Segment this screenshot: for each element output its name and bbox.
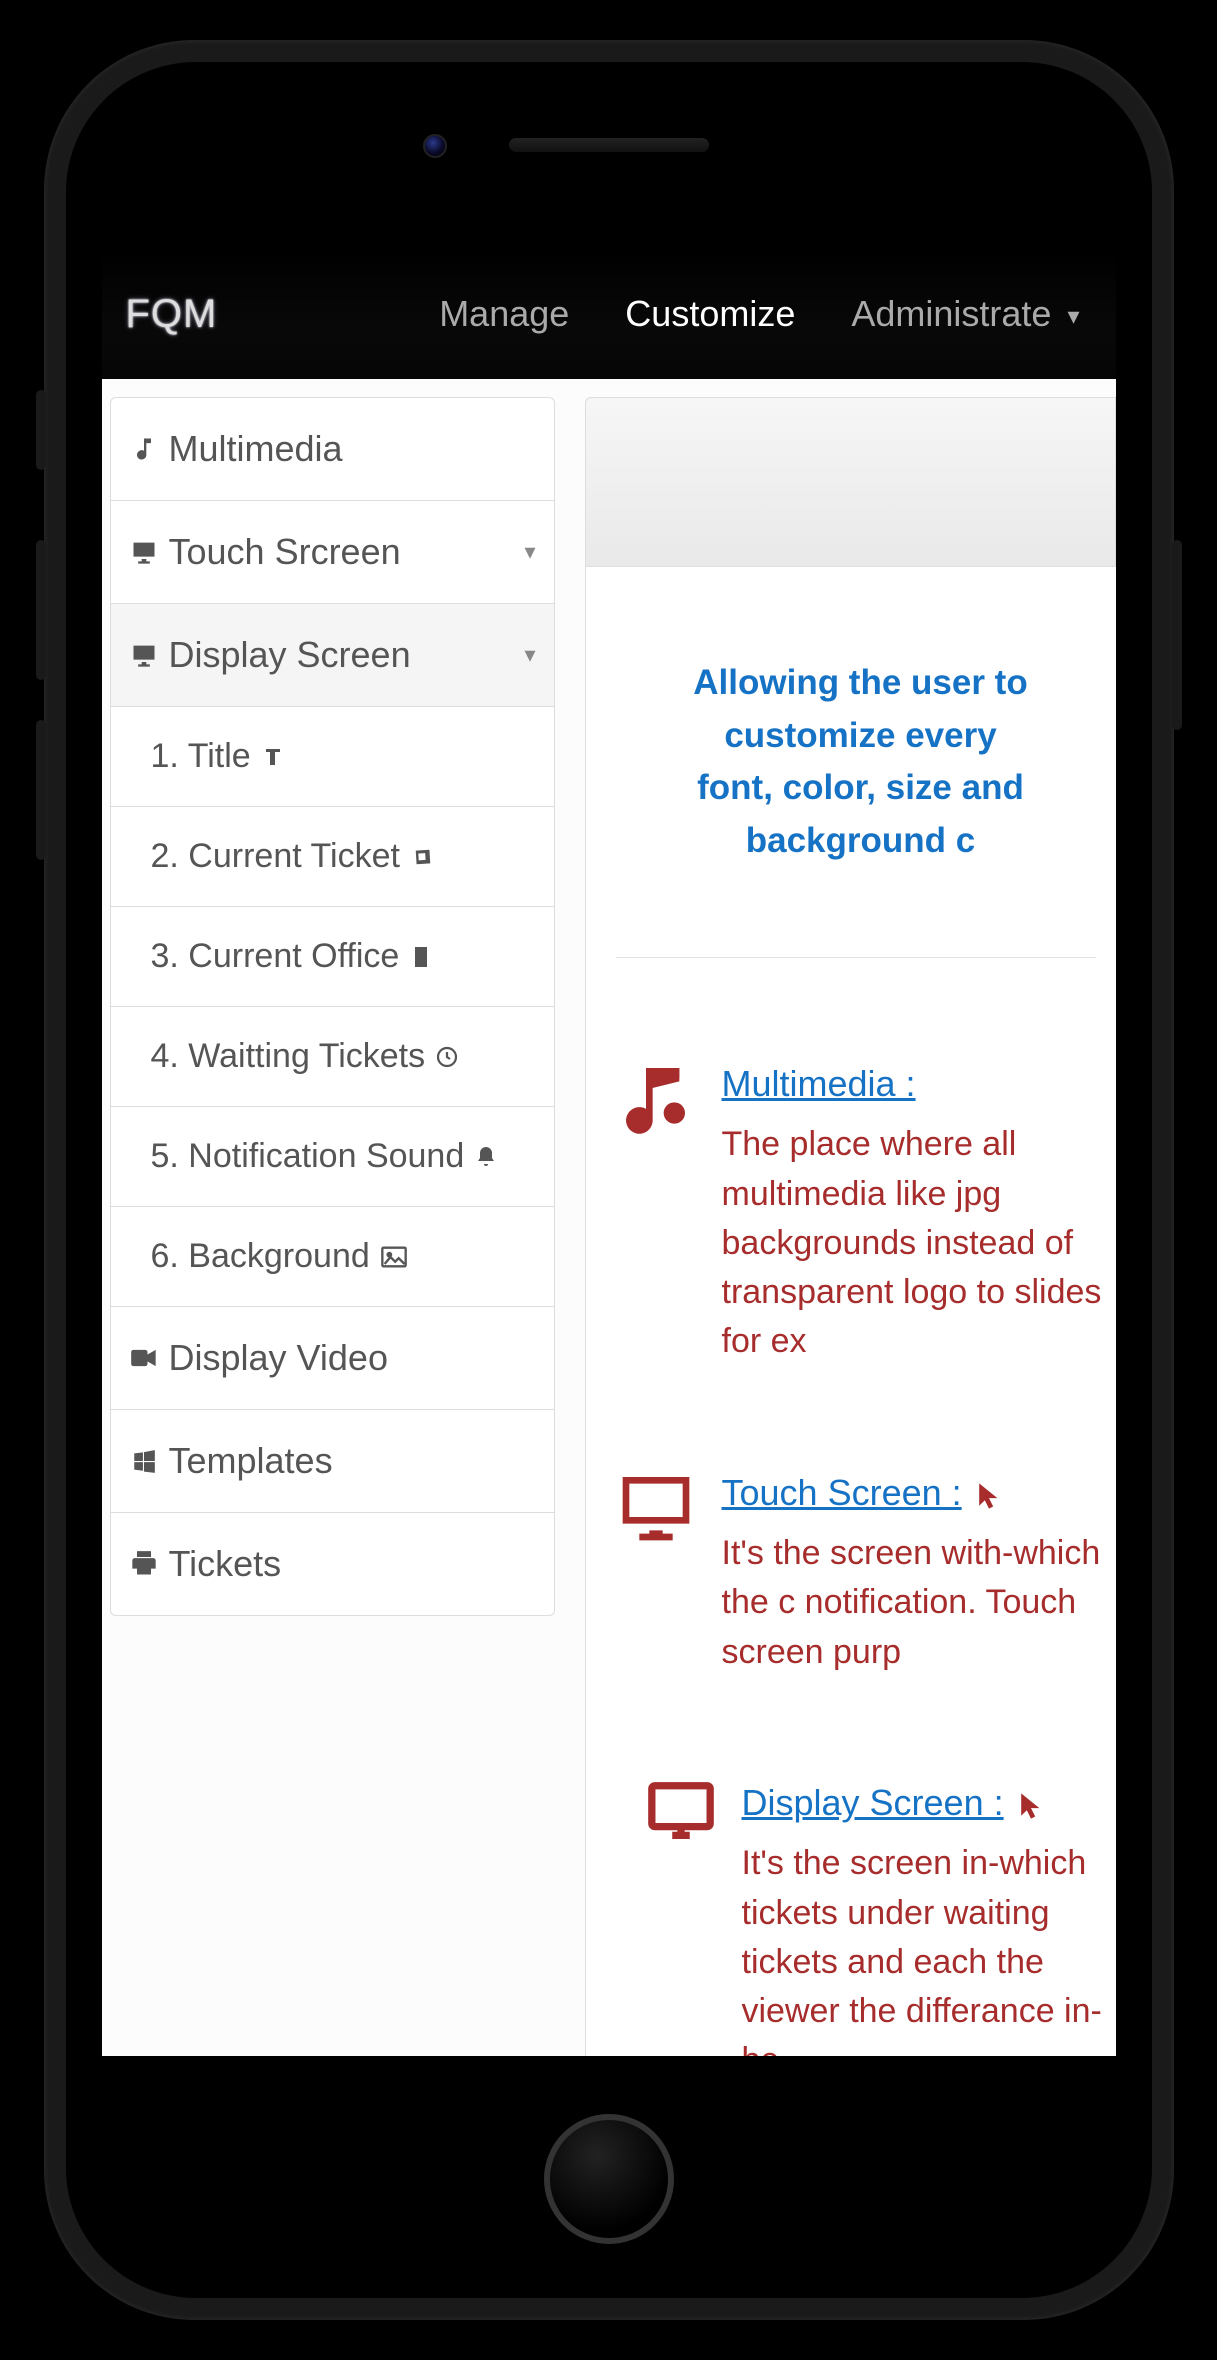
nav-manage[interactable]: Manage [417,293,591,335]
phone-side-button [36,720,46,860]
section-display-screen: Display Screen : It's the screen in-whic… [616,1777,1116,2056]
sidebar-label: 4. Waitting Tickets [151,1037,426,1076]
sidebar-label: Display Video [169,1337,388,1379]
section-title-link[interactable]: Display Screen : [742,1782,1004,1823]
phone-speaker [509,138,709,152]
windows-icon [129,1448,159,1474]
section-desc: It's the screen with-which the c notific… [722,1529,1116,1677]
intro-line: font, color, size and background c [606,762,1116,867]
section-text: Touch Screen : It's the screen with-whic… [722,1467,1116,1677]
sidebar-label: Tickets [169,1543,282,1585]
bell-icon [474,1145,498,1169]
phone-side-button [36,390,46,470]
sidebar-subitem-background[interactable]: 6. Background [111,1207,554,1307]
cursor-icon [1019,1792,1043,1820]
section-title-link[interactable]: Touch Screen : [722,1472,962,1513]
chevron-down-icon: ▾ [1067,302,1079,331]
phone-side-button [36,540,46,680]
section-desc: The place where all multimedia like jpg … [722,1120,1116,1366]
app-screen: FQM Manage Customize Administrate ▾ [102,249,1116,2056]
desktop-icon [129,538,159,566]
sidebar-label: Templates [169,1440,333,1482]
section-text: Display Screen : It's the screen in-whic… [742,1777,1116,2056]
ticket-icon [410,844,436,870]
music-icon [616,1058,696,1138]
main-panel: Allowing the user to customize every fon… [585,397,1116,2056]
intro-line: Allowing the user to customize every [606,657,1116,762]
sidebar-label: Display Screen [169,634,411,676]
phone-frame-outer: FQM Manage Customize Administrate ▾ [44,40,1174,2320]
desktop-icon [129,641,159,669]
sidebar-subitem-current-office[interactable]: 3. Current Office [111,907,554,1007]
sidebar-subitem-waiting-tickets[interactable]: 4. Waitting Tickets [111,1007,554,1107]
intro-text: Allowing the user to customize every fon… [606,607,1116,947]
chevron-down-icon: ▾ [524,642,535,668]
nav-administrate-label: Administrate [851,293,1051,334]
phone-camera [423,134,447,158]
nav-administrate[interactable]: Administrate ▾ [829,293,1101,335]
sidebar-item-touch-screen[interactable]: Touch Srcreen ▾ [111,501,554,604]
phone-home-button[interactable] [544,2114,674,2244]
navbar: FQM Manage Customize Administrate ▾ [102,249,1116,379]
building-icon [409,944,433,970]
sidebar-item-display-screen[interactable]: Display Screen ▾ [111,604,554,707]
sidebar-subitem-notification-sound[interactable]: 5. Notification Sound [111,1107,554,1207]
sidebar-item-tickets[interactable]: Tickets [111,1513,554,1615]
phone-side-button [1172,540,1182,730]
cursor-icon [977,1482,1001,1510]
section-touch-screen: Touch Screen : It's the screen with-whic… [616,1467,1116,1677]
sidebar-label: 5. Notification Sound [151,1137,465,1176]
desktop-icon [616,1467,696,1547]
sidebar-label: Touch Srcreen [169,531,401,573]
video-camera-icon [129,1347,159,1369]
sidebar-label: Multimedia [169,428,343,470]
brand-logo[interactable]: FQM [116,292,218,337]
sidebar-label: 3. Current Office [151,937,400,976]
print-icon [129,1551,159,1577]
sidebar-item-display-video[interactable]: Display Video [111,1307,554,1410]
sidebar-label: 1. Title [151,737,251,776]
divider [616,957,1096,958]
phone-frame-inner: FQM Manage Customize Administrate ▾ [66,62,1152,2298]
sidebar-item-multimedia[interactable]: Multimedia [111,398,554,501]
sidebar: Multimedia Touch Srcreen ▾ [110,397,555,1616]
sidebar-item-templates[interactable]: Templates [111,1410,554,1513]
sidebar-label: 2. Current Ticket [151,837,400,876]
image-icon [380,1245,408,1269]
sidebar-label: 6. Background [151,1237,370,1276]
section-text: Multimedia : The place where all multime… [722,1058,1116,1367]
music-icon [129,435,159,463]
panel-header [585,397,1116,567]
text-cursor-icon [261,745,285,769]
content-area: Multimedia Touch Srcreen ▾ [102,379,1116,2056]
panel-body: Allowing the user to customize every fon… [585,567,1116,2056]
clock-icon [435,1045,459,1069]
section-title-link[interactable]: Multimedia : [722,1063,916,1104]
sidebar-subitem-title[interactable]: 1. Title [111,707,554,807]
nav-customize[interactable]: Customize [603,293,817,335]
section-multimedia: Multimedia : The place where all multime… [616,1058,1116,1367]
sidebar-subitem-current-ticket[interactable]: 2. Current Ticket [111,807,554,907]
phone-body: FQM Manage Customize Administrate ▾ [78,74,1140,2286]
chevron-down-icon: ▾ [524,539,535,565]
section-desc: It's the screen in-which tickets under w… [742,1839,1116,2056]
desktop-icon [616,1777,716,1847]
